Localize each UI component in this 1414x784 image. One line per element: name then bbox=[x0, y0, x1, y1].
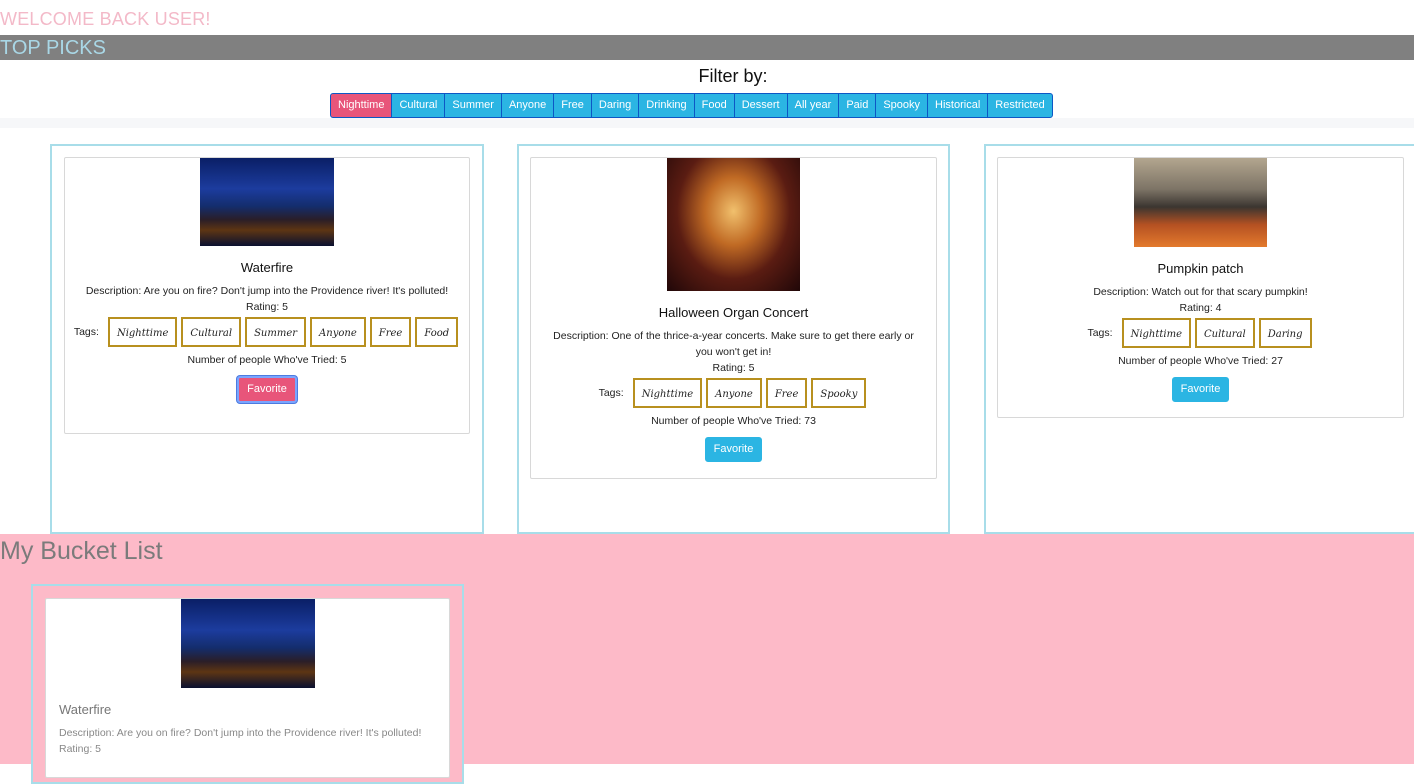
activity-card: Halloween Organ Concert Description: One… bbox=[530, 157, 937, 479]
tag-list: Tags: Nighttime Cultural Summer Anyone F… bbox=[65, 317, 469, 347]
tag: Anyone bbox=[310, 317, 366, 347]
filter-summer-button[interactable]: Summer bbox=[444, 93, 502, 118]
top-picks-bar bbox=[0, 35, 1414, 60]
activity-card: Waterfire Description: Are you on fire? … bbox=[64, 157, 470, 434]
activity-description: Description: One of the thrice-a-year co… bbox=[553, 330, 914, 358]
tag: Nighttime bbox=[632, 378, 703, 408]
filter-food-button[interactable]: Food bbox=[693, 93, 735, 118]
filter-dessert-button[interactable]: Dessert bbox=[733, 93, 788, 118]
activity-rating: Rating: 4 bbox=[1179, 302, 1222, 314]
tag: Food bbox=[415, 317, 459, 347]
tag: Free bbox=[369, 317, 412, 347]
waterfire-photo bbox=[180, 599, 315, 688]
favorite-button[interactable]: Favorite bbox=[1171, 377, 1230, 402]
tag: Daring bbox=[1258, 318, 1312, 348]
bucket-item-rating: Rating: 5 bbox=[59, 743, 102, 755]
tried-count: Number of people Who've Tried: 73 bbox=[651, 415, 816, 427]
tag: Cultural bbox=[181, 317, 242, 347]
tag: Nighttime bbox=[107, 317, 178, 347]
filter-paid-button[interactable]: Paid bbox=[838, 93, 877, 118]
waterfire-photo bbox=[200, 158, 334, 246]
divider bbox=[0, 118, 1414, 128]
bucket-item-title: Waterfire bbox=[59, 702, 112, 717]
filter-historical-button[interactable]: Historical bbox=[927, 93, 989, 118]
filter-cultural-button[interactable]: Cultural bbox=[391, 93, 446, 118]
filter-all-year-button[interactable]: All year bbox=[786, 93, 840, 118]
tags-label: Tags: bbox=[73, 326, 99, 338]
activity-rating: Rating: 5 bbox=[245, 301, 289, 313]
favorite-button[interactable]: Favorite bbox=[704, 437, 763, 462]
tried-count: Number of people Who've Tried: 5 bbox=[187, 354, 347, 366]
tag: Spooky bbox=[811, 378, 867, 408]
filter-nighttime-button[interactable]: Nighttime bbox=[330, 93, 393, 118]
tags-label: Tags: bbox=[1087, 327, 1113, 339]
tag-list: Tags: Nighttime Anyone Free Spooky bbox=[531, 378, 936, 408]
activity-description: Description: Watch out for that scary pu… bbox=[1093, 286, 1308, 298]
welcome-message: WELCOME BACK USER! bbox=[0, 9, 211, 29]
filter-button-group: Nighttime Cultural Summer Anyone Free Da… bbox=[330, 93, 1053, 118]
activity-card: Pumpkin patch Description: Watch out for… bbox=[997, 157, 1404, 418]
activity-description: Description: Are you on fire? Don't jump… bbox=[85, 285, 449, 297]
tag: Cultural bbox=[1195, 318, 1255, 348]
tag-list: Tags: Nighttime Cultural Daring bbox=[998, 318, 1403, 348]
filter-spooky-button[interactable]: Spooky bbox=[875, 93, 929, 118]
tag: Free bbox=[765, 378, 808, 408]
tags-label: Tags: bbox=[598, 387, 624, 399]
pumpkin-patch-photo bbox=[1134, 158, 1267, 247]
filter-title: Filter by: bbox=[698, 66, 768, 86]
tag: Summer bbox=[245, 317, 307, 347]
filter-anyone-button[interactable]: Anyone bbox=[500, 93, 555, 118]
filter-drinking-button[interactable]: Drinking bbox=[638, 93, 695, 118]
bucket-list-title: My Bucket List bbox=[0, 537, 163, 565]
activity-title: Waterfire bbox=[240, 260, 294, 275]
tag: Nighttime bbox=[1121, 318, 1192, 348]
bucket-item-description: Description: Are you on fire? Don't jump… bbox=[59, 727, 422, 739]
bucket-list-card: Waterfire Description: Are you on fire? … bbox=[45, 598, 450, 778]
favorite-button[interactable]: Favorite bbox=[237, 376, 297, 403]
activity-title: Halloween Organ Concert bbox=[658, 305, 809, 320]
top-picks-title: TOP PICKS bbox=[0, 37, 106, 59]
filter-restricted-button[interactable]: Restricted bbox=[987, 93, 1053, 118]
filter-daring-button[interactable]: Daring bbox=[590, 93, 640, 118]
activity-title: Pumpkin patch bbox=[1157, 261, 1244, 276]
activity-rating: Rating: 5 bbox=[712, 362, 755, 374]
tried-count: Number of people Who've Tried: 27 bbox=[1118, 355, 1283, 367]
organ-concert-photo bbox=[667, 158, 800, 291]
filter-free-button[interactable]: Free bbox=[553, 93, 592, 118]
tag: Anyone bbox=[706, 378, 762, 408]
